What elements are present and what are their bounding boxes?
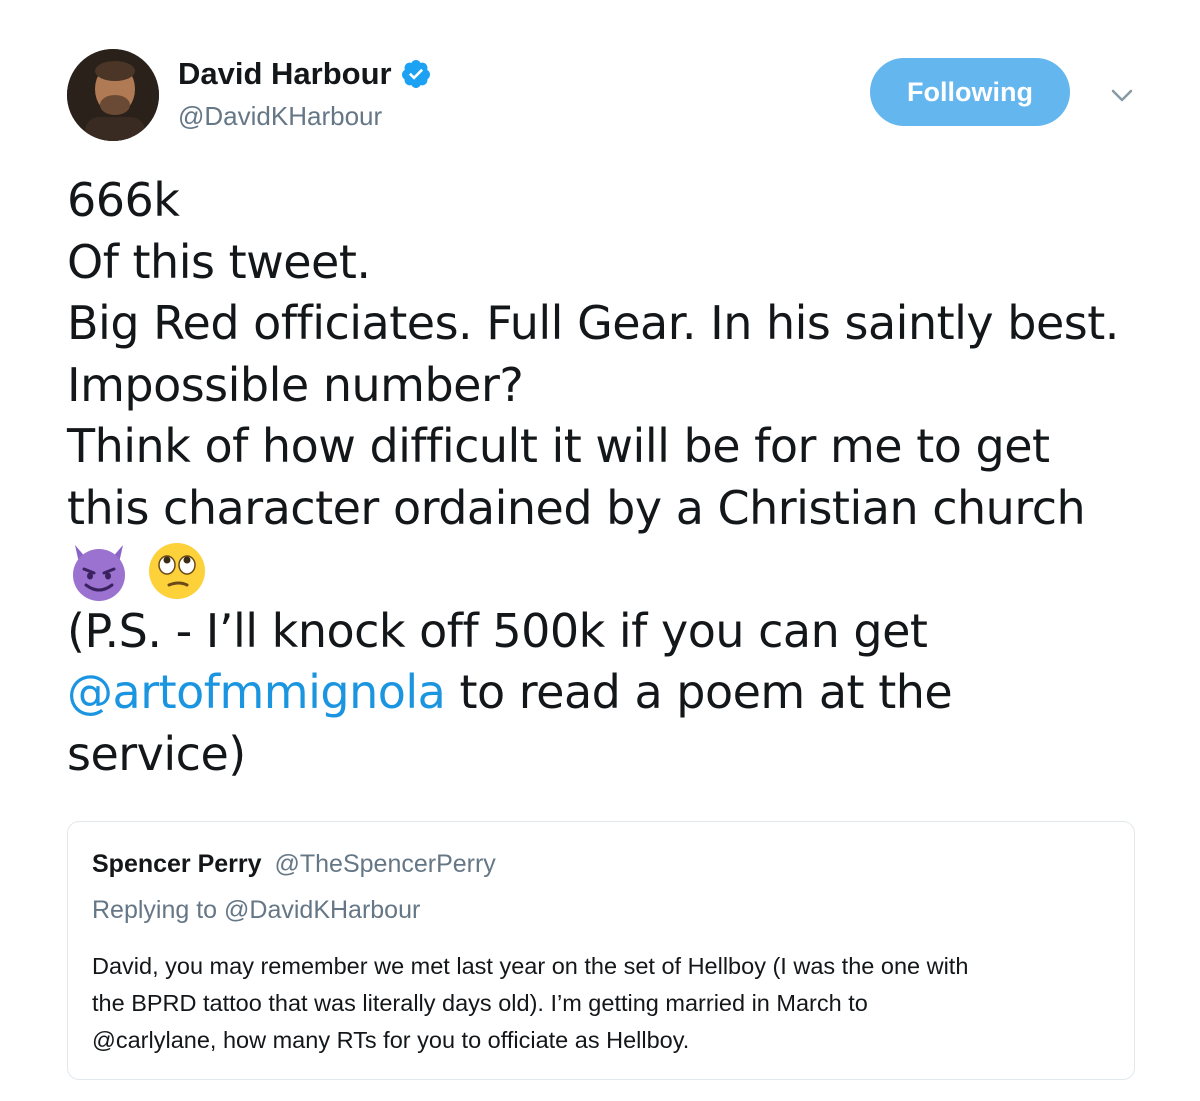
following-button[interactable]: Following xyxy=(870,58,1070,126)
verified-badge-icon xyxy=(401,60,430,88)
quoted-tweet-header: Spencer Perry @TheSpencerPerry xyxy=(92,850,496,879)
author-name-row: David Harbour xyxy=(178,56,432,92)
quoted-author-handle: @TheSpencerPerry xyxy=(274,850,496,878)
author-handle[interactable]: @DavidKHarbour xyxy=(178,101,382,132)
chevron-down-icon[interactable] xyxy=(1108,82,1136,110)
replying-to-text: Replying to @DavidKHarbour xyxy=(92,896,421,924)
avatar[interactable] xyxy=(67,49,159,141)
tweet-line: this character ordained by a Christian c… xyxy=(67,480,1086,535)
quoted-text-line: the BPRD tattoo that was literally days … xyxy=(92,990,868,1016)
tweet-line: Of this tweet. xyxy=(67,234,371,289)
quoted-author-name: Spencer Perry xyxy=(92,850,262,878)
quoted-text-line: David, you may remember we met last year… xyxy=(92,953,969,979)
avatar-portrait-image xyxy=(67,49,159,141)
quoted-tweet-card[interactable]: Spencer Perry @TheSpencerPerry Replying … xyxy=(67,821,1135,1080)
tweet-line-text: to read a poem at the xyxy=(445,665,953,719)
tweet-line: Big Red officiates. Full Gear. In his sa… xyxy=(67,296,1119,350)
tweet-line: (P.S. - I’ll knock off 500k if you can g… xyxy=(67,603,928,658)
quoted-text-line: @carlylane, how many RTs for you to offi… xyxy=(92,1027,690,1053)
tweet-line: Impossible number? xyxy=(67,357,524,412)
tweet-line: 666k xyxy=(67,173,180,227)
tweet-text: 666k Of this tweet. Big Red officiates. … xyxy=(67,170,1167,785)
tweet-line: Think of how difficult it will be for me… xyxy=(67,419,1050,473)
rolling-eyes-emoji xyxy=(149,543,206,599)
tweet-line: @artofmmignola to read a poem at the xyxy=(67,662,1167,724)
author-name[interactable]: David Harbour xyxy=(178,56,392,92)
emoji-row xyxy=(67,539,1167,601)
mention-link[interactable]: @artofmmignola xyxy=(67,665,446,719)
quoted-tweet-text: David, you may remember we met last year… xyxy=(92,948,1102,1059)
smiling-devil-emoji xyxy=(73,545,125,601)
tweet-line: service) xyxy=(67,726,246,781)
